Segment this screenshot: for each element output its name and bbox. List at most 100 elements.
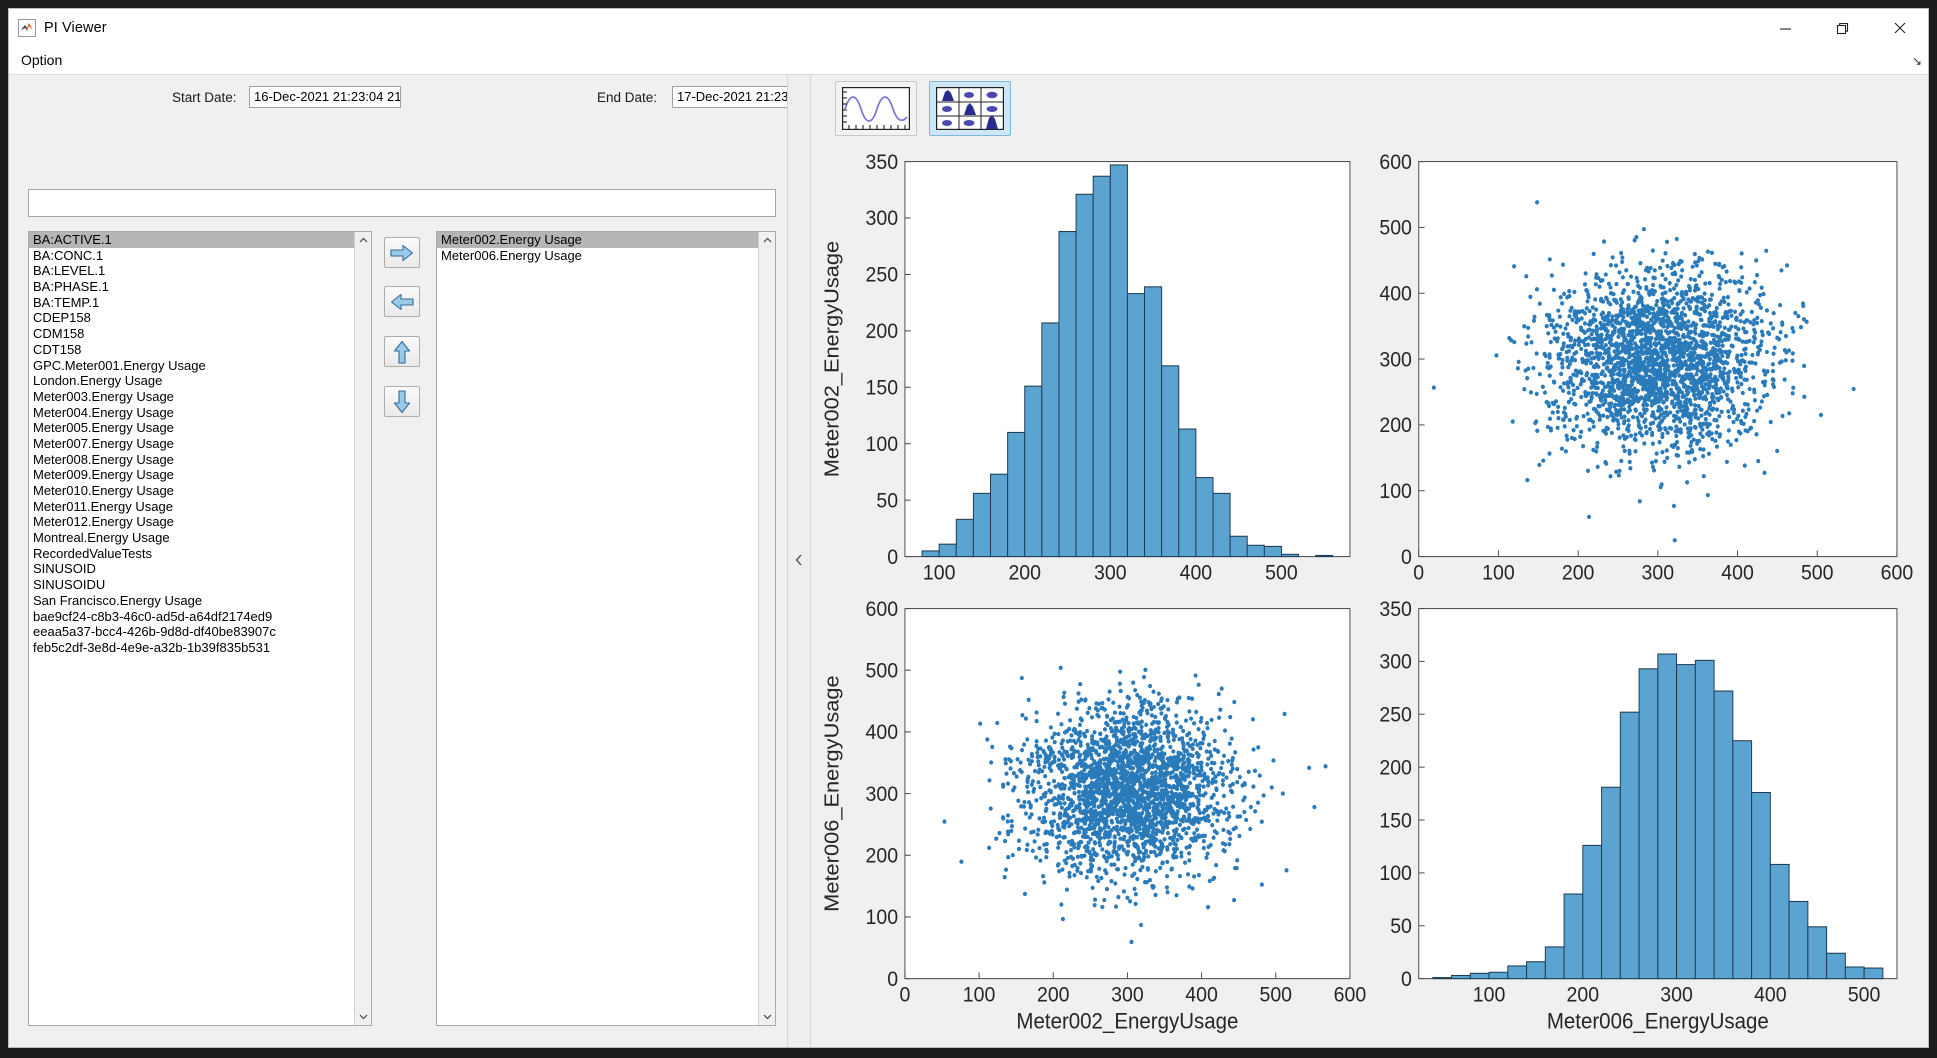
list-item[interactable]: Meter004.Energy Usage bbox=[29, 405, 355, 421]
list-item[interactable]: Meter006.Energy Usage bbox=[437, 248, 759, 264]
title-bar: PI Viewer bbox=[9, 9, 1928, 47]
menu-item-option[interactable]: Option bbox=[9, 50, 72, 71]
chart-scatter-top-right[interactable]: 01002003004005006000100200300400500600 bbox=[1368, 147, 1915, 594]
search-input[interactable] bbox=[28, 189, 776, 217]
svg-text:200: 200 bbox=[1037, 984, 1070, 1007]
list-item[interactable]: RecordedValueTests bbox=[29, 546, 355, 562]
list-item[interactable]: eeaa5a37-bcc4-426b-9d8d-df40be83907c bbox=[29, 624, 355, 640]
svg-text:300: 300 bbox=[1379, 349, 1412, 372]
list-item[interactable]: Meter003.Energy Usage bbox=[29, 389, 355, 405]
window-controls bbox=[1757, 9, 1928, 47]
end-date-label: End Date: bbox=[597, 90, 657, 105]
svg-text:200: 200 bbox=[1561, 562, 1594, 585]
plot-pane: 100200300400500050100150200250300350Mete… bbox=[811, 75, 1928, 1047]
list-item[interactable]: BA:TEMP.1 bbox=[29, 295, 355, 311]
list-item[interactable]: BA:ACTIVE.1 bbox=[29, 232, 355, 248]
svg-text:0: 0 bbox=[887, 968, 898, 991]
svg-text:500: 500 bbox=[1259, 984, 1292, 1007]
pi-viewer-window: PI Viewer Option ↘ bbox=[8, 8, 1929, 1048]
svg-text:100: 100 bbox=[866, 907, 899, 930]
list-item[interactable]: CDM158 bbox=[29, 326, 355, 342]
svg-text:500: 500 bbox=[1379, 217, 1412, 240]
list-item[interactable]: CDT158 bbox=[29, 342, 355, 358]
list-item[interactable]: San Francisco.Energy Usage bbox=[29, 593, 355, 609]
list-item[interactable]: feb5c2df-3e8d-4e9e-a32b-1b39f835b531 bbox=[29, 640, 355, 656]
window-title: PI Viewer bbox=[44, 20, 107, 36]
move-up-button[interactable] bbox=[384, 336, 420, 367]
selection-pane: Start Date: 16-Dec-2021 21:23:04 21 End … bbox=[9, 75, 787, 1047]
svg-text:300: 300 bbox=[866, 783, 899, 806]
list-item[interactable]: Montreal.Energy Usage bbox=[29, 530, 355, 546]
scroll-down-icon[interactable] bbox=[355, 1008, 371, 1025]
close-button[interactable] bbox=[1871, 9, 1928, 47]
scatter-plot-matrix: 100200300400500050100150200250300350Mete… bbox=[821, 147, 1914, 1041]
svg-text:350: 350 bbox=[866, 151, 899, 174]
minimize-button[interactable] bbox=[1757, 9, 1814, 47]
list-item[interactable]: bae9cf24-c8b3-46c0-ad5d-a64df2174ed9 bbox=[29, 609, 355, 625]
list-item[interactable]: London.Energy Usage bbox=[29, 373, 355, 389]
list-item[interactable]: GPC.Meter001.Energy Usage bbox=[29, 358, 355, 374]
date-range-row: Start Date: 16-Dec-2021 21:23:04 21 End … bbox=[9, 75, 787, 119]
available-tags-list[interactable]: BA:ACTIVE.1BA:CONC.1BA:LEVEL.1BA:PHASE.1… bbox=[28, 231, 372, 1026]
svg-text:400: 400 bbox=[1721, 562, 1754, 585]
available-tags-list-items: BA:ACTIVE.1BA:CONC.1BA:LEVEL.1BA:PHASE.1… bbox=[29, 232, 355, 1025]
list-item[interactable]: Meter011.Energy Usage bbox=[29, 499, 355, 515]
start-date-label: Start Date: bbox=[172, 90, 237, 105]
svg-text:500: 500 bbox=[866, 660, 899, 683]
svg-text:400: 400 bbox=[1379, 283, 1412, 306]
list-item[interactable]: BA:CONC.1 bbox=[29, 248, 355, 264]
move-right-button[interactable] bbox=[384, 237, 420, 268]
list-item[interactable]: Meter012.Energy Usage bbox=[29, 514, 355, 530]
list-item[interactable]: Meter007.Energy Usage bbox=[29, 436, 355, 452]
resize-grip-icon[interactable]: ↘ bbox=[1912, 55, 1922, 67]
list-item[interactable]: SINUSOIDU bbox=[29, 577, 355, 593]
svg-text:250: 250 bbox=[866, 264, 899, 287]
chart-scatter-bottom-left[interactable]: 01002003004005006000100200300400500600Me… bbox=[821, 594, 1368, 1041]
list-item[interactable]: Meter002.Energy Usage bbox=[437, 232, 759, 248]
available-list-scrollbar[interactable] bbox=[354, 232, 371, 1025]
svg-text:500: 500 bbox=[1800, 562, 1833, 585]
move-down-button[interactable] bbox=[384, 386, 420, 417]
list-item[interactable]: Meter008.Energy Usage bbox=[29, 452, 355, 468]
chevron-left-icon[interactable] bbox=[788, 554, 810, 568]
svg-text:100: 100 bbox=[963, 984, 996, 1007]
plot-type-toggles bbox=[835, 81, 1011, 136]
selected-list-scrollbar[interactable] bbox=[758, 232, 775, 1025]
chart-hist-meter002[interactable]: 100200300400500050100150200250300350Mete… bbox=[821, 147, 1368, 594]
svg-text:600: 600 bbox=[866, 598, 899, 621]
list-item[interactable]: BA:LEVEL.1 bbox=[29, 263, 355, 279]
svg-text:500: 500 bbox=[1265, 562, 1298, 585]
svg-text:100: 100 bbox=[1379, 480, 1412, 503]
list-item[interactable]: BA:PHASE.1 bbox=[29, 279, 355, 295]
svg-text:0: 0 bbox=[1413, 562, 1424, 585]
selected-tags-list[interactable]: Meter002.Energy UsageMeter006.Energy Usa… bbox=[436, 231, 776, 1026]
svg-text:Meter006_EnergyUsage: Meter006_EnergyUsage bbox=[821, 675, 843, 911]
scroll-up-icon[interactable] bbox=[355, 232, 371, 249]
svg-text:200: 200 bbox=[1008, 562, 1041, 585]
list-item[interactable]: Meter010.Energy Usage bbox=[29, 483, 355, 499]
list-item[interactable]: SINUSOID bbox=[29, 561, 355, 577]
maximize-button[interactable] bbox=[1814, 9, 1871, 47]
scroll-up-icon[interactable] bbox=[759, 232, 775, 249]
list-item[interactable]: Meter009.Energy Usage bbox=[29, 467, 355, 483]
svg-text:300: 300 bbox=[1094, 562, 1127, 585]
pane-splitter[interactable] bbox=[787, 75, 811, 1047]
svg-text:0: 0 bbox=[899, 984, 910, 1007]
svg-text:600: 600 bbox=[1880, 562, 1913, 585]
scroll-down-icon[interactable] bbox=[759, 1008, 775, 1025]
list-item[interactable]: CDEP158 bbox=[29, 310, 355, 326]
svg-text:200: 200 bbox=[1379, 415, 1412, 438]
svg-text:600: 600 bbox=[1334, 984, 1367, 1007]
chart-hist-meter006[interactable]: 100200300400500050100150200250300350Mete… bbox=[1368, 594, 1915, 1041]
start-date-input[interactable]: 16-Dec-2021 21:23:04 21 bbox=[249, 86, 401, 108]
timeseries-plot-toggle[interactable] bbox=[835, 81, 917, 136]
svg-text:300: 300 bbox=[1641, 562, 1674, 585]
menu-bar: Option ↘ bbox=[9, 47, 1928, 75]
svg-text:Meter002_EnergyUsage: Meter002_EnergyUsage bbox=[821, 241, 843, 477]
svg-text:600: 600 bbox=[1379, 151, 1412, 174]
main-body: Start Date: 16-Dec-2021 21:23:04 21 End … bbox=[9, 75, 1928, 1047]
move-left-button[interactable] bbox=[384, 286, 420, 317]
matrix-plot-toggle[interactable] bbox=[929, 81, 1011, 136]
svg-text:Meter002_EnergyUsage: Meter002_EnergyUsage bbox=[1016, 1010, 1238, 1034]
list-item[interactable]: Meter005.Energy Usage bbox=[29, 420, 355, 436]
